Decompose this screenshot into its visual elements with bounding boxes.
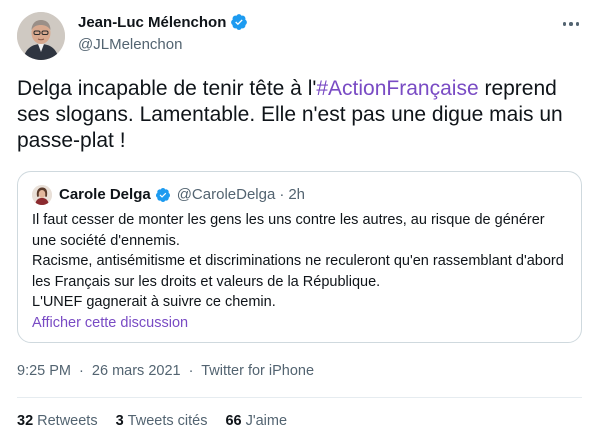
tweet-text-part: Delga incapable de tenir tête à l' bbox=[17, 77, 317, 100]
stat-label: Retweets bbox=[37, 413, 98, 429]
quoted-author-name[interactable]: Carole Delga bbox=[59, 186, 151, 203]
quoted-text-line: Il faut cesser de monter les gens les un… bbox=[32, 212, 545, 249]
quoted-timestamp[interactable]: 2h bbox=[288, 186, 305, 203]
author-avatar[interactable] bbox=[17, 12, 65, 60]
tweet-stats: 32 Retweets 3 Tweets cités 66 J'aime bbox=[17, 413, 287, 429]
hashtag-link[interactable]: #ActionFrançaise bbox=[316, 77, 478, 100]
stat-label: J'aime bbox=[245, 413, 288, 429]
tweet-metadata: 9:25 PM · 26 mars 2021 · Twitter for iPh… bbox=[17, 363, 314, 379]
quoted-text-line: L'UNEF gagnerait à suivre ce chemin. bbox=[32, 294, 276, 310]
stat-count: 66 bbox=[225, 413, 242, 429]
tweet-text: Delga incapable de tenir tête à l'#Actio… bbox=[17, 76, 582, 154]
stat-label: Tweets cités bbox=[127, 413, 208, 429]
more-options-icon-dot bbox=[569, 22, 573, 26]
quote-tweets-count[interactable]: 3 Tweets cités bbox=[116, 413, 208, 429]
tweet-time[interactable]: 9:25 PM bbox=[17, 363, 71, 379]
more-options-icon-dot bbox=[575, 22, 580, 26]
verified-badge-icon bbox=[230, 13, 248, 31]
author-avatar-image bbox=[17, 12, 65, 60]
quoted-author-handle[interactable]: @CaroleDelga bbox=[177, 186, 276, 203]
meta-separator: · bbox=[79, 363, 84, 379]
author-name-text: Jean-Luc Mélenchon bbox=[78, 13, 227, 31]
verified-badge-icon bbox=[155, 187, 171, 203]
tweet-card: Jean-Luc Mélenchon @JLMelenchon Delga in… bbox=[0, 0, 596, 446]
tweet-date[interactable]: 26 mars 2021 bbox=[92, 363, 181, 379]
divider bbox=[17, 397, 582, 398]
author-name[interactable]: Jean-Luc Mélenchon bbox=[78, 13, 248, 31]
tweet-source[interactable]: Twitter for iPhone bbox=[201, 363, 314, 379]
quoted-header: Carole Delga @CaroleDelga · 2h bbox=[59, 186, 305, 203]
retweets-count[interactable]: 32 Retweets bbox=[17, 413, 98, 429]
stat-count: 3 bbox=[115, 413, 124, 429]
author-handle[interactable]: @JLMelenchon bbox=[78, 36, 182, 53]
quoted-tweet[interactable]: Carole Delga @CaroleDelga · 2h Il faut c… bbox=[17, 171, 582, 343]
likes-count[interactable]: 66 J'aime bbox=[225, 413, 287, 429]
quoted-text-line: Racisme, antisémitisme et discrimination… bbox=[32, 253, 564, 290]
quoted-author-avatar-image bbox=[32, 185, 52, 205]
meta-separator: · bbox=[188, 363, 194, 379]
quoted-separator: · bbox=[279, 186, 285, 203]
show-thread-link[interactable]: Afficher cette discussion bbox=[32, 315, 188, 331]
quoted-text: Il faut cesser de monter les gens les un… bbox=[32, 210, 572, 313]
quoted-author-avatar[interactable] bbox=[32, 185, 52, 205]
stat-count: 32 bbox=[17, 413, 34, 429]
more-options-button[interactable] bbox=[559, 14, 583, 34]
more-options-icon bbox=[562, 22, 567, 26]
